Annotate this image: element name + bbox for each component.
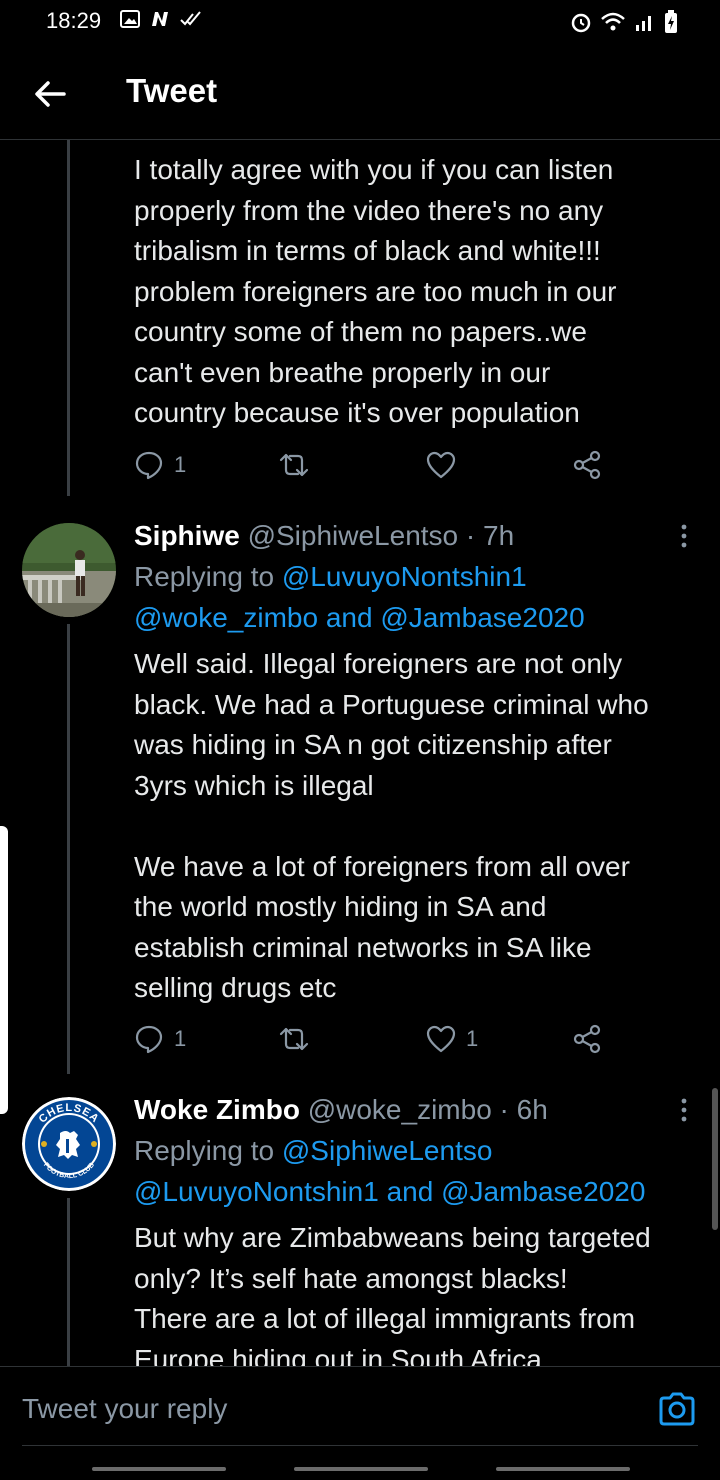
thread-line [67, 624, 70, 1074]
mention-link[interactable]: @SiphiweLentso [282, 1135, 493, 1166]
share-button[interactable] [572, 1024, 602, 1054]
battery-charging-icon [665, 10, 677, 33]
share-icon [573, 450, 601, 480]
display-name[interactable]: Woke Zimbo [134, 1094, 300, 1125]
avatar[interactable]: CHELSEA FOOTBALL CLUB [22, 1097, 116, 1191]
like-button[interactable] [426, 450, 456, 480]
nav-indicator [92, 1467, 226, 1471]
mention-link[interactable]: @Jambase2020 [441, 1176, 645, 1207]
header: Tweet [0, 44, 720, 140]
arrow-left-icon[interactable] [30, 74, 70, 114]
replying-to: Replying to @SiphiweLentso [134, 1135, 493, 1166]
share-icon [573, 1024, 601, 1054]
status-bar: 18:29 [0, 0, 720, 44]
replying-to-continued: @woke_zimbo and @Jambase2020 [134, 602, 585, 633]
double-check-icon [180, 11, 201, 26]
more-icon[interactable] [676, 522, 692, 550]
tweet-text: Well said. Illegal foreigners are not on… [134, 648, 649, 1003]
tweet-actions: 1 1 [134, 1024, 614, 1060]
nav-indicator [496, 1467, 630, 1471]
edge-panel-handle[interactable] [0, 826, 8, 1114]
retweet-icon [279, 453, 309, 477]
divider [22, 1445, 698, 1446]
mention-link[interactable]: @Jambase2020 [380, 602, 584, 633]
retweet-icon [279, 1027, 309, 1051]
handle: @SiphiweLentso · 7h [247, 520, 515, 551]
tweet-text: But why are Zimbabweans being targeted o… [134, 1222, 651, 1375]
n-icon [152, 12, 168, 26]
mention-link[interactable]: @woke_zimbo [134, 602, 318, 633]
image-icon [120, 10, 140, 28]
signal-icon [636, 16, 651, 31]
reply-composer: Tweet your reply [0, 1366, 720, 1480]
heart-icon [426, 1025, 456, 1053]
display-name[interactable]: Siphiwe [134, 520, 240, 551]
reply-button[interactable]: 1 [134, 1024, 186, 1054]
more-icon[interactable] [676, 1096, 692, 1124]
reply-icon [135, 451, 163, 480]
wifi-icon [601, 12, 625, 31]
scrollbar[interactable] [712, 1088, 718, 1230]
reply-button[interactable]: 1 [134, 450, 186, 480]
tweet-text: I totally agree with you if you can list… [134, 154, 617, 428]
like-button[interactable]: 1 [426, 1024, 478, 1054]
retweet-button[interactable] [278, 450, 310, 480]
heart-icon [426, 451, 456, 479]
mention-link[interactable]: @LuvuyoNontshin1 [134, 1176, 379, 1207]
tweet-header: Siphiwe @SiphiweLentso · 7h [134, 516, 514, 556]
reply-input[interactable]: Tweet your reply [22, 1393, 227, 1425]
retweet-button[interactable] [278, 1024, 310, 1054]
replying-to-continued: @LuvuyoNontshin1 and @Jambase2020 [134, 1176, 646, 1207]
avatar[interactable] [22, 523, 116, 617]
share-button[interactable] [572, 450, 602, 480]
reply-icon [135, 1025, 163, 1054]
nav-indicator [294, 1467, 428, 1471]
status-time: 18:29 [46, 8, 102, 33]
tweet-actions: 1 [134, 450, 614, 486]
replying-to: Replying to @LuvuyoNontshin1 [134, 561, 527, 592]
handle: @woke_zimbo · 6h [307, 1094, 548, 1125]
chelsea-crest-icon: CHELSEA FOOTBALL CLUB [22, 1097, 116, 1191]
thread-line [67, 140, 70, 496]
thread-line [67, 1198, 70, 1366]
tweet-header: Woke Zimbo @woke_zimbo · 6h [134, 1090, 548, 1130]
alarm-icon [571, 13, 591, 33]
page-title: Tweet [126, 72, 218, 109]
mention-link[interactable]: @LuvuyoNontshin1 [282, 561, 527, 592]
camera-icon[interactable] [656, 1389, 698, 1431]
